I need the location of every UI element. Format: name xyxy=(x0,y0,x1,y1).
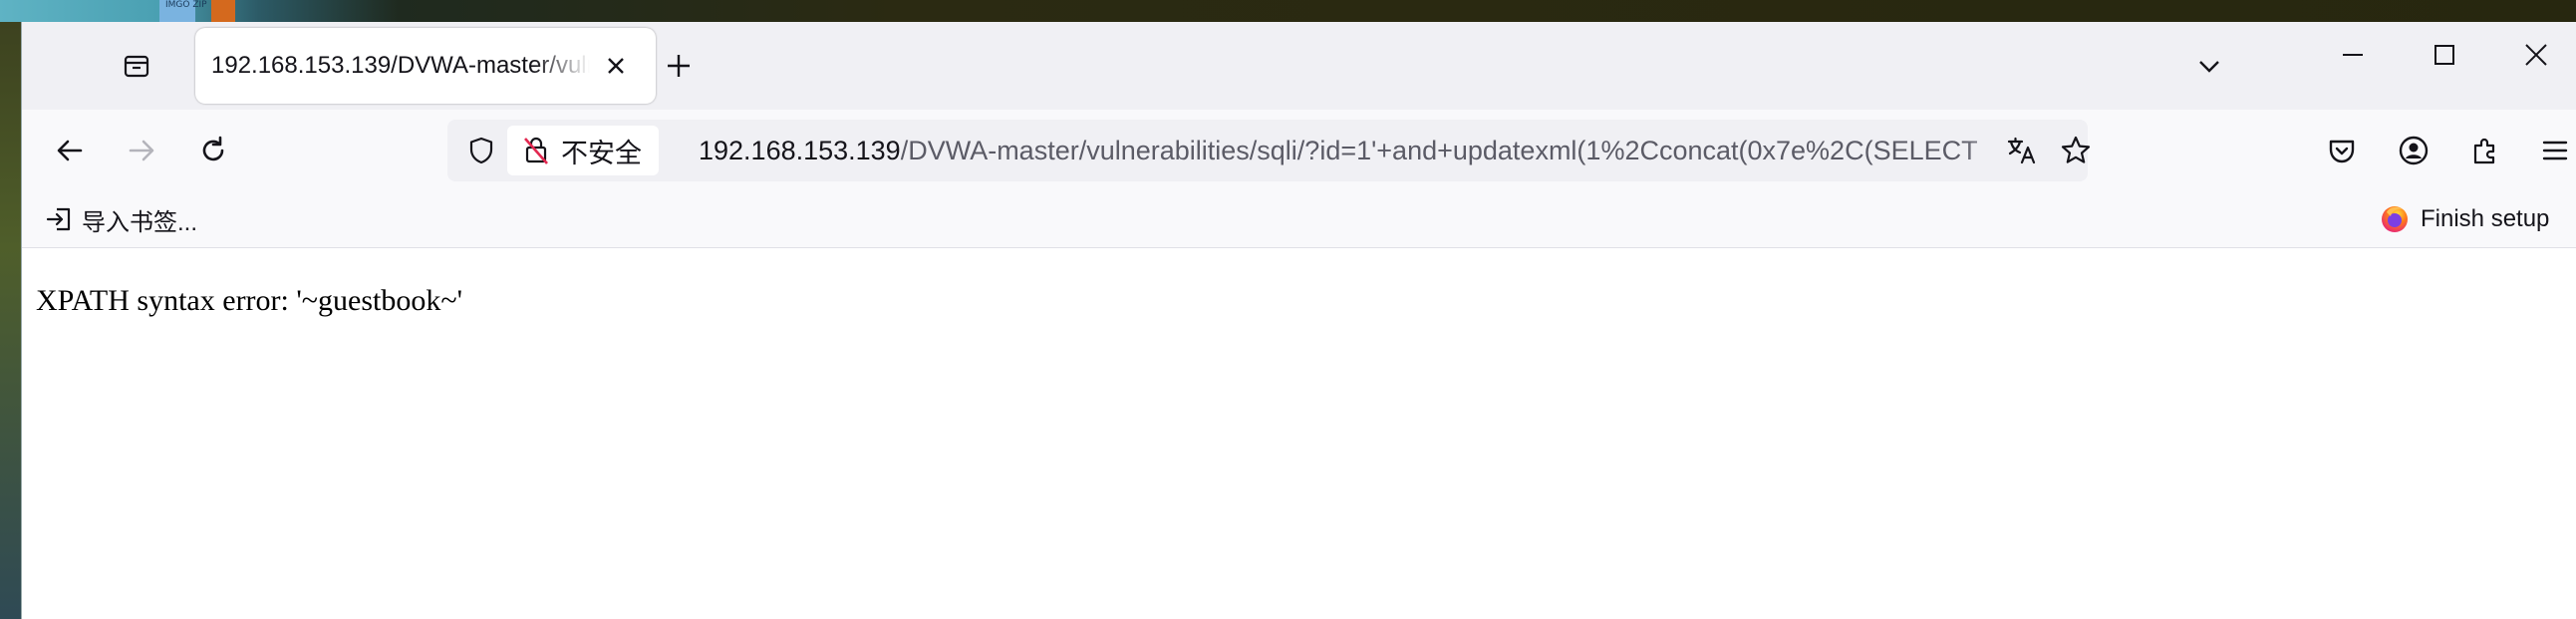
active-tab[interactable]: 192.168.153.139/DVWA-master/vulnerabilit… xyxy=(195,28,656,104)
extensions-button[interactable] xyxy=(2462,128,2508,173)
translate-icon xyxy=(2007,137,2036,164)
insecure-label: 不安全 xyxy=(561,138,642,168)
url-input[interactable]: 192.168.153.139/DVWA-master/vulnerabilit… xyxy=(699,120,2024,181)
bookmark-star-button[interactable] xyxy=(2054,129,2098,172)
url-path: /DVWA-master/vulnerabilities/sqli/?id=1'… xyxy=(900,136,1978,165)
desktop-strip xyxy=(0,0,2576,22)
tracking-protection-button[interactable] xyxy=(459,129,503,172)
plus-icon xyxy=(668,55,690,77)
firefox-logo-icon xyxy=(2382,206,2408,232)
navigation-toolbar: 不安全 192.168.153.139/DVWA-master/vulnerab… xyxy=(22,110,2576,191)
window-close-button[interactable] xyxy=(2490,22,2576,88)
browser-window: 192.168.153.139/DVWA-master/vulnerabilit… xyxy=(21,22,2576,619)
tab-close-button[interactable] xyxy=(598,48,634,84)
minimize-button[interactable] xyxy=(2307,22,2399,88)
chevron-down-icon xyxy=(2199,61,2219,73)
tab-strip: 192.168.153.139/DVWA-master/vulnerabilit… xyxy=(22,22,2576,110)
pocket-button[interactable] xyxy=(2319,128,2365,173)
forward-button[interactable] xyxy=(119,128,164,173)
connection-info-button[interactable]: 不安全 xyxy=(507,126,659,175)
desktop-app-icon[interactable] xyxy=(211,0,235,22)
import-bookmarks-button[interactable]: 导入书签... xyxy=(44,199,197,239)
firefox-view-icon xyxy=(124,55,149,78)
puzzle-icon xyxy=(2473,138,2495,164)
maximize-button[interactable] xyxy=(2399,22,2490,88)
reload-icon xyxy=(202,136,224,161)
page-content: XPATH syntax error: '~guestbook~' xyxy=(22,248,2576,619)
firefox-view-button[interactable] xyxy=(115,44,158,88)
window-close-icon xyxy=(2525,44,2547,66)
new-tab-button[interactable] xyxy=(657,44,701,88)
desktop-icon-label: IMGO ZIP xyxy=(165,0,207,10)
back-button[interactable] xyxy=(47,128,93,173)
xpath-error-message: XPATH syntax error: '~guestbook~' xyxy=(36,284,462,317)
insecure-lock-icon xyxy=(521,136,551,165)
list-all-tabs-button[interactable] xyxy=(2187,44,2231,88)
minimize-icon xyxy=(2343,54,2363,56)
finish-setup-label: Finish setup xyxy=(2421,205,2550,232)
bookmarks-toolbar: 导入书签... Finish setup xyxy=(22,191,2576,248)
pocket-icon xyxy=(2329,140,2355,163)
arrow-right-icon xyxy=(129,140,154,161)
star-icon xyxy=(2061,136,2091,163)
close-icon xyxy=(608,58,624,74)
app-menu-button[interactable] xyxy=(2532,128,2576,173)
account-button[interactable] xyxy=(2391,128,2436,173)
account-icon xyxy=(2399,136,2429,165)
shield-icon xyxy=(469,137,493,164)
maximize-icon xyxy=(2434,45,2454,65)
tab-title-fade xyxy=(534,38,590,94)
url-bar[interactable]: 不安全 192.168.153.139/DVWA-master/vulnerab… xyxy=(447,120,2091,181)
hamburger-menu-icon xyxy=(2542,141,2568,160)
reload-button[interactable] xyxy=(190,128,236,173)
finish-setup-button[interactable]: Finish setup xyxy=(2379,199,2549,239)
import-bookmarks-label: 导入书签... xyxy=(82,208,198,236)
translate-button[interactable] xyxy=(2000,129,2044,172)
tab-title: 192.168.153.139/DVWA-master/vulnerabilit… xyxy=(211,52,590,79)
import-icon xyxy=(46,207,71,231)
arrow-left-icon xyxy=(57,140,83,161)
url-host: 192.168.153.139 xyxy=(699,136,901,165)
